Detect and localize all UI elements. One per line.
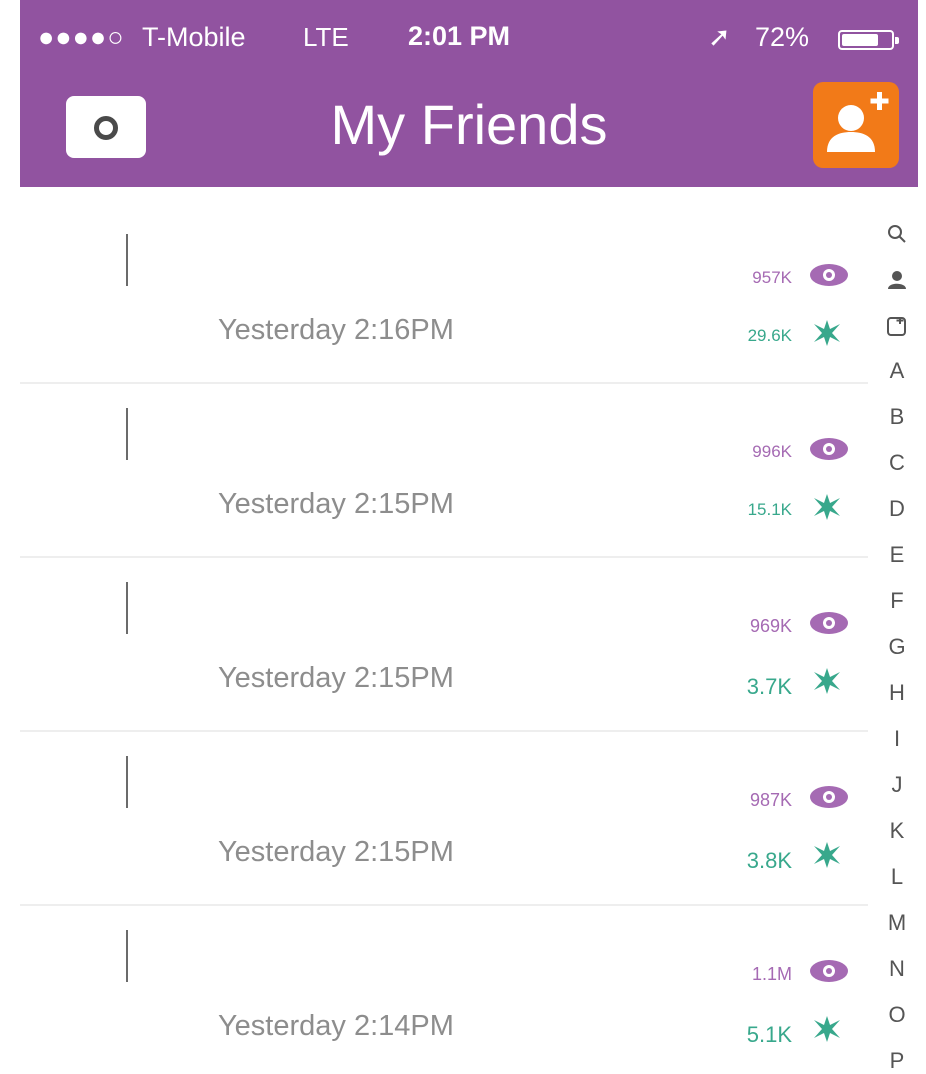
friend-name-mark — [126, 234, 128, 286]
index-letter[interactable]: B — [876, 394, 918, 440]
location-arrow-icon: ➚ — [708, 22, 731, 52]
index-letter[interactable]: L — [876, 854, 918, 900]
status-bar: ●●●●○ T-Mobile LTE 2:01 PM ➚ 72% — [20, 0, 918, 80]
screenshots-count: 5.1K — [746, 1022, 792, 1047]
index-letter[interactable]: H — [876, 670, 918, 716]
friend-timestamp: Yesterday 2:15PM — [218, 662, 454, 694]
friend-name-mark — [126, 582, 128, 634]
carrier-name: T-Mobile — [142, 22, 246, 52]
screenshot-burst-icon — [814, 494, 840, 520]
friend-timestamp: Yesterday 2:16PM — [218, 314, 454, 346]
index-letter[interactable]: P — [876, 1038, 918, 1074]
signal-strength: ●●●●○ — [38, 22, 125, 52]
app-frame: ●●●●○ T-Mobile LTE 2:01 PM ➚ 72% My Frie… — [20, 0, 918, 1074]
screenshots-count: 3.7K — [746, 674, 792, 699]
index-letter[interactable]: O — [876, 992, 918, 1038]
eye-icon — [810, 612, 848, 634]
index-person-icon[interactable] — [876, 256, 918, 302]
friend-row[interactable]: Yesterday 2:15PM 987K 3.8K — [20, 732, 868, 906]
screenshot-burst-icon — [814, 842, 840, 868]
friend-timestamp: Yesterday 2:14PM — [218, 1010, 454, 1042]
screenshot-burst-icon — [814, 668, 840, 694]
index-letter[interactable]: N — [876, 946, 918, 992]
index-letter[interactable]: A — [876, 348, 918, 394]
friend-name-mark — [126, 408, 128, 460]
add-friend-icon — [827, 92, 889, 152]
screenshot-burst-icon — [814, 1016, 840, 1042]
battery-icon — [838, 30, 899, 50]
add-friend-button[interactable] — [813, 82, 899, 168]
friend-timestamp: Yesterday 2:15PM — [218, 836, 454, 868]
friend-row[interactable]: Yesterday 2:15PM 996K 15.1K — [20, 384, 868, 558]
index-letter[interactable]: E — [876, 532, 918, 578]
index-letter[interactable]: F — [876, 578, 918, 624]
friend-name-mark — [126, 930, 128, 982]
index-letters: ABCDEFGHIJKLMNOP — [876, 348, 918, 1074]
eye-icon — [810, 786, 848, 808]
friends-list: Yesterday 2:16PM 957K 29.6K Yesterday 2:15P… — [20, 210, 868, 1074]
screenshots-count: 3.8K — [746, 848, 792, 873]
alphabet-index[interactable]: ABCDEFGHIJKLMNOP — [876, 210, 918, 1074]
friend-timestamp: Yesterday 2:15PM — [218, 488, 454, 520]
views-count: 957K — [752, 268, 792, 287]
index-letter[interactable]: D — [876, 486, 918, 532]
index-letter[interactable]: G — [876, 624, 918, 670]
network-type: LTE — [303, 22, 349, 52]
index-letter[interactable]: M — [876, 900, 918, 946]
screenshots-count: 15.1K — [747, 500, 792, 519]
views-count: 1.1M — [751, 964, 792, 984]
index-search-icon[interactable] — [876, 210, 918, 256]
screenshots-count: 29.6K — [747, 326, 792, 345]
screenshot-burst-icon — [814, 320, 840, 346]
page-title: My Friends — [330, 93, 608, 156]
index-new-story-icon[interactable] — [876, 302, 918, 348]
views-count: 996K — [752, 442, 792, 461]
friend-row[interactable]: Yesterday 2:16PM 957K 29.6K — [20, 210, 868, 384]
friend-row[interactable]: Yesterday 2:15PM 969K 3.7K — [20, 558, 868, 732]
eye-icon — [810, 960, 848, 982]
friend-row[interactable]: Yesterday 2:14PM 1.1M 5.1K — [20, 906, 868, 1074]
battery-percent: 72% — [755, 22, 810, 52]
friend-name-mark — [126, 756, 128, 808]
header-bar: ●●●●○ T-Mobile LTE 2:01 PM ➚ 72% My Frie… — [20, 0, 918, 187]
views-count: 987K — [749, 790, 792, 810]
index-letter[interactable]: J — [876, 762, 918, 808]
status-time: 2:01 PM — [408, 21, 511, 51]
eye-icon — [810, 438, 848, 460]
eye-icon — [810, 264, 848, 286]
index-letter[interactable]: K — [876, 808, 918, 854]
views-count: 969K — [749, 616, 792, 636]
index-letter[interactable]: C — [876, 440, 918, 486]
index-letter[interactable]: I — [876, 716, 918, 762]
